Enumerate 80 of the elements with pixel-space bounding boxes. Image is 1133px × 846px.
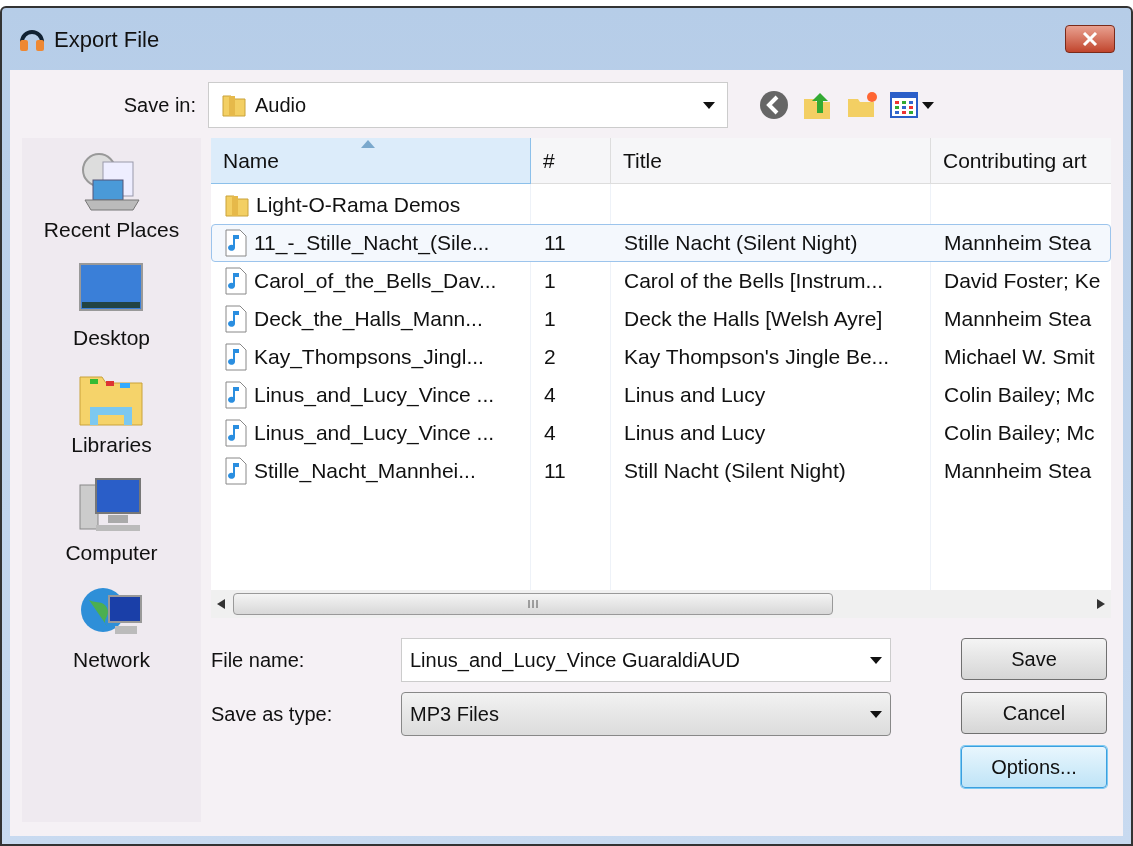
column-header[interactable]: Contributing art — [931, 138, 1111, 184]
dropdown-caret-icon — [703, 101, 715, 109]
dropdown-caret-icon — [870, 656, 882, 664]
table-cell-text: 11_-_Stille_Nacht_(Sile... — [254, 230, 490, 257]
sort-arrow-icon — [361, 140, 375, 148]
music-file-icon — [224, 267, 248, 295]
horizontal-scrollbar[interactable] — [211, 590, 1111, 618]
table-cell-text: 4 — [544, 420, 556, 447]
file-row[interactable]: Stille_Nacht_Mannhei... 11 Still Nacht (Silent Night) Mannheim Stea — [211, 452, 1111, 490]
dialog-button[interactable]: Save — [961, 638, 1107, 680]
table-cell-text: 11 — [544, 230, 566, 257]
close-icon — [1082, 32, 1098, 46]
table-cell-text: Linus and Lucy — [624, 382, 766, 409]
table-cell-text: Kay_Thompsons_Jingl... — [254, 344, 484, 371]
grid-view-icon — [890, 92, 918, 118]
table-cell-text: 1 — [544, 268, 556, 295]
table-cell-text: Kay Thompson's Jingle Be... — [624, 344, 890, 371]
save-in-dropdown[interactable]: Audio — [208, 82, 728, 128]
music-file-icon — [224, 381, 248, 409]
places-item[interactable]: Computer — [65, 474, 158, 568]
table-cell-text: Colin Bailey; Mc — [944, 382, 1095, 409]
scroll-right-icon[interactable] — [1097, 599, 1105, 609]
table-cell-text: Light-O-Rama Demos — [256, 192, 461, 219]
save-in-value: Audio — [255, 93, 308, 118]
table-cell-text: Linus_and_Lucy_Vince ... — [254, 382, 495, 409]
save-in-label: Save in: — [122, 93, 197, 118]
file-type-dropdown[interactable]: MP3 Files — [401, 692, 891, 736]
field-label: Save as type: — [211, 702, 334, 727]
table-cell-text: 2 — [544, 344, 556, 371]
places-item[interactable]: Libraries — [71, 367, 152, 461]
table-cell-text: Deck_the_Halls_Mann... — [254, 306, 483, 333]
file-row[interactable]: 11_-_Stille_Nacht_(Sile... 11 Stille Nacht (Silent Night) Mannheim Stea — [211, 224, 1111, 262]
table-cell-text: 4 — [544, 382, 556, 409]
music-file-icon — [224, 229, 248, 257]
table-cell-text: Mannheim Stea — [944, 306, 1092, 333]
dropdown-caret-icon — [922, 101, 934, 109]
column-header[interactable]: Title — [611, 138, 931, 184]
table-cell-text: Michael W. Smit — [944, 344, 1095, 371]
folder-icon — [221, 92, 247, 118]
file-row[interactable]: Light-O-Rama Demos — [211, 186, 1111, 224]
file-row[interactable]: Linus_and_Lucy_Vince ... 4 Linus and Lucy Colin Bailey; Mc — [211, 414, 1111, 452]
table-cell-text: David Foster; Ke — [944, 268, 1101, 295]
music-file-icon — [224, 457, 248, 485]
table-cell-text: Mannheim Stea — [944, 458, 1092, 485]
table-cell-text: Still Nacht (Silent Night) — [624, 458, 846, 485]
table-cell-text: Linus and Lucy — [624, 420, 766, 447]
dialog-button[interactable]: Cancel — [961, 692, 1107, 734]
field-label: File name: — [211, 648, 306, 673]
file-name-combo-box[interactable]: Linus_and_Lucy_Vince GuaraldiAUD — [401, 638, 891, 682]
table-cell-text: Carol of the Bells [Instrum... — [624, 268, 884, 295]
table-cell-text: Linus_and_Lucy_Vince ... — [254, 420, 495, 447]
table-cell-text: Carol_of_the_Bells_Dav... — [254, 268, 497, 295]
file-row[interactable]: Deck_the_Halls_Mann... 1 Deck the Halls [Welsh Ayre] Mannheim Stea — [211, 300, 1111, 338]
table-cell-text: Colin Bailey; Mc — [944, 420, 1095, 447]
table-cell-text: 1 — [544, 306, 556, 333]
view-menu-button[interactable] — [890, 92, 934, 118]
places-item[interactable]: Network — [73, 582, 150, 676]
scrollbar-thumb[interactable] — [233, 593, 833, 615]
table-cell-text: Deck the Halls [Welsh Ayre] — [624, 306, 883, 333]
window-title: Export File — [54, 25, 160, 54]
table-cell-text: Mannheim Stea — [944, 230, 1092, 257]
music-file-icon — [224, 343, 248, 371]
file-row[interactable]: Linus_and_Lucy_Vince ... 4 Linus and Lucy Colin Bailey; Mc — [211, 376, 1111, 414]
table-cell-text: Stille Nacht (Silent Night) — [624, 230, 858, 257]
column-header[interactable]: Name — [211, 138, 531, 184]
dialog-button[interactable]: Options... — [961, 746, 1107, 788]
file-row[interactable]: Carol_of_the_Bells_Dav... 1 Carol of the Bells [Instrum... David Foster; Ke — [211, 262, 1111, 300]
table-cell-text: Stille_Nacht_Mannhei... — [254, 458, 476, 485]
file-row[interactable]: Kay_Thompsons_Jingl... 2 Kay Thompson's Jingle Be... Michael W. Smit — [211, 338, 1111, 376]
table-cell-text: 11 — [544, 458, 566, 485]
scroll-left-icon[interactable] — [217, 599, 225, 609]
grip-icon — [527, 600, 539, 608]
music-file-icon — [224, 305, 248, 333]
music-file-icon — [224, 419, 248, 447]
close-button[interactable] — [1065, 25, 1115, 53]
dropdown-caret-icon — [870, 710, 882, 718]
places-item[interactable]: Recent Places — [43, 152, 180, 246]
places-item[interactable]: Desktop — [72, 259, 150, 353]
column-header[interactable]: # — [531, 138, 611, 184]
folder-icon — [224, 192, 250, 218]
